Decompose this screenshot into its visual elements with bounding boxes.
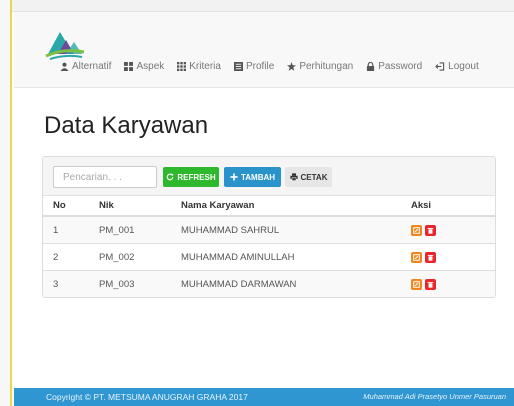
delete-button[interactable]	[425, 251, 436, 263]
search-input[interactable]	[53, 166, 157, 188]
print-icon	[289, 173, 298, 181]
table-header-row: No Nik Nama Karyawan Aksi	[43, 196, 495, 217]
trash-icon	[427, 281, 434, 288]
edit-button[interactable]	[411, 224, 422, 236]
cell-nama: MUHAMMAD DARMAWAN	[171, 270, 401, 297]
nav-item-label: Aspek	[136, 60, 165, 72]
nav-item-password[interactable]: Password	[366, 61, 422, 72]
edit-button[interactable]	[411, 251, 422, 263]
refresh-label: REFRESH	[177, 172, 216, 182]
panel-toolbar: REFRESH TAMBAH CETAK	[43, 157, 495, 196]
column-header-aksi: Aksi	[401, 196, 495, 217]
delete-button[interactable]	[425, 224, 436, 236]
refresh-icon	[166, 173, 174, 181]
cell-aksi	[401, 216, 495, 244]
brand-logo[interactable]	[44, 26, 86, 60]
cell-no: 1	[43, 216, 89, 244]
nav-menu: Alternatif Aspek Kriteria Profile Perhit…	[60, 58, 492, 74]
nav-item-profile[interactable]: Profile	[233, 60, 275, 72]
column-header-no[interactable]: No	[43, 196, 89, 217]
left-accent-bar	[0, 0, 12, 406]
edit-button[interactable]	[411, 278, 422, 290]
lock-icon	[366, 61, 375, 71]
footer-copyright: Copyright © PT. METSUMA ANUGRAH GRAHA 20…	[46, 392, 248, 402]
edit-icon	[413, 280, 420, 288]
delete-button[interactable]	[425, 278, 436, 290]
column-header-nik[interactable]: Nik	[89, 196, 171, 217]
employee-table: No Nik Nama Karyawan Aksi 1 PM_001 MUHAM…	[43, 196, 495, 297]
cell-aksi	[401, 270, 495, 297]
nav-item-alternatif[interactable]: Alternatif	[60, 61, 111, 72]
nav-item-aspek[interactable]: Aspek	[124, 61, 164, 72]
print-label: CETAK	[300, 172, 328, 182]
cell-nik: PM_002	[89, 243, 171, 271]
nav-item-logout[interactable]: Logout	[435, 61, 479, 72]
nav-item-kriteria[interactable]: Kriteria	[177, 61, 221, 72]
cell-aksi	[401, 243, 495, 271]
top-strip	[0, 0, 514, 12]
edit-icon	[413, 253, 420, 261]
footer: Copyright © PT. METSUMA ANUGRAH GRAHA 20…	[14, 388, 514, 406]
cell-nik: PM_003	[89, 270, 171, 297]
th-icon	[177, 61, 187, 71]
data-panel: REFRESH TAMBAH CETAK No Nik Nama Karyawa…	[42, 156, 496, 298]
nav-item-label: Kriteria	[189, 60, 221, 72]
cell-nama: MUHAMMAD SAHRUL	[171, 216, 401, 244]
logout-icon	[435, 61, 445, 71]
star-icon	[287, 61, 297, 71]
navbar: Alternatif Aspek Kriteria Profile Perhit…	[14, 12, 514, 88]
nav-item-label: Logout	[448, 60, 479, 72]
column-header-nama[interactable]: Nama Karyawan	[171, 196, 401, 217]
print-button[interactable]: CETAK	[285, 167, 332, 187]
nav-item-perhitungan[interactable]: Perhitungan	[287, 61, 353, 72]
table-row: 1 PM_001 MUHAMMAD SAHRUL	[43, 216, 495, 244]
nav-item-label: Perhitungan	[299, 60, 354, 72]
refresh-button[interactable]: REFRESH	[163, 167, 219, 187]
nav-item-label: Alternatif	[72, 60, 112, 72]
cell-nik: PM_001	[89, 216, 171, 244]
trash-icon	[427, 227, 434, 234]
add-label: TAMBAH	[240, 172, 276, 182]
nav-item-label: Password	[378, 60, 423, 72]
edit-icon	[413, 226, 420, 234]
table-row: 2 PM_002 MUHAMMAD AMINULLAH	[43, 243, 495, 271]
footer-credit: Muhammad Adi Prasetyo Unmer Pasuruan	[363, 392, 506, 401]
table-row: 3 PM_003 MUHAMMAD DARMAWAN	[43, 270, 495, 297]
cell-no: 2	[43, 243, 89, 271]
plus-icon	[230, 173, 238, 181]
cell-nama: MUHAMMAD AMINULLAH	[171, 243, 401, 271]
list-alt-icon	[233, 61, 243, 71]
cell-no: 3	[43, 270, 89, 297]
user-icon	[60, 62, 69, 71]
trash-icon	[427, 254, 434, 261]
nav-item-label: Profile	[245, 60, 275, 72]
th-large-icon	[124, 61, 134, 71]
add-button[interactable]: TAMBAH	[224, 167, 281, 187]
page-title: Data Karyawan	[44, 112, 209, 139]
